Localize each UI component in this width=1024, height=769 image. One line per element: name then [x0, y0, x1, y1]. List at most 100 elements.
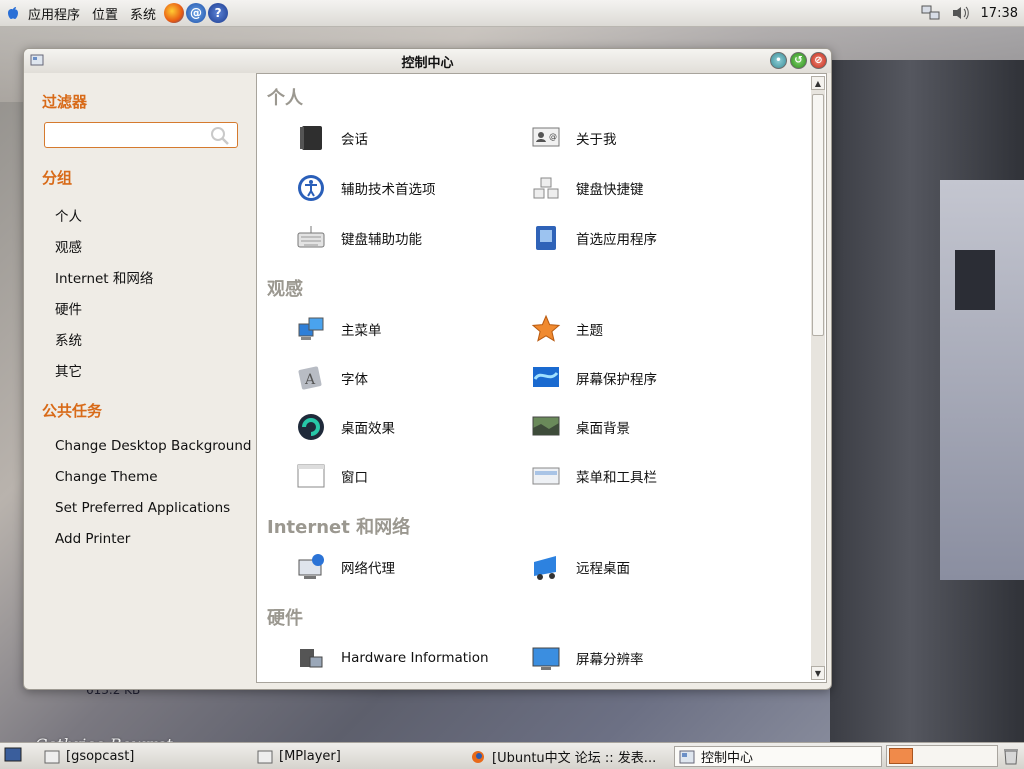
item-label: 主题: [576, 323, 603, 339]
item-label: 网络代理: [341, 561, 395, 577]
item-about-me[interactable]: @ 关于我: [530, 122, 617, 154]
group-internet-network[interactable]: Internet 和网络: [55, 267, 153, 287]
desktop-background-icon: [530, 411, 562, 443]
search-icon[interactable]: [209, 126, 231, 146]
window-title: 控制中心: [401, 55, 454, 71]
item-label: 关于我: [576, 132, 617, 148]
window-icon: [295, 460, 327, 492]
svg-text:@: @: [549, 132, 557, 141]
main-menu-editor-icon: [295, 313, 327, 345]
item-assistive-technologies[interactable]: 辅助技术首选项: [295, 172, 436, 204]
item-theme[interactable]: 主题: [530, 313, 603, 345]
control-center-content: 个人 会话 @ 关于我 辅助技术首选项 键盘快捷键 键盘辅助功能 首选应用程序 …: [256, 73, 827, 683]
item-label: 桌面背景: [576, 421, 630, 437]
help-launcher-icon[interactable]: ?: [208, 3, 229, 23]
theme-star-icon: [530, 313, 562, 345]
item-screensaver[interactable]: 屏幕保护程序: [530, 362, 657, 394]
item-menus-and-toolbars[interactable]: 菜单和工具栏: [530, 460, 657, 492]
content-scrollbar[interactable]: ▲ ▼: [811, 76, 825, 680]
taskbar-item-gsopcast[interactable]: [gsopcast]: [40, 746, 250, 767]
group-system[interactable]: 系统: [55, 329, 82, 349]
item-preferred-applications[interactable]: 首选应用程序: [530, 222, 657, 254]
category-title-look-and-feel: 观感: [267, 279, 303, 300]
firefox-launcher-icon[interactable]: [164, 3, 185, 23]
taskbar-item-mplayer[interactable]: [MPlayer]: [253, 746, 463, 767]
maximize-button[interactable]: ↺: [790, 52, 807, 69]
item-label: 远程桌面: [576, 561, 630, 577]
network-proxy-icon: [295, 551, 327, 583]
control-center-icon: [679, 750, 695, 763]
item-hardware-information[interactable]: Hardware Information: [295, 642, 489, 674]
preferred-applications-icon: [530, 222, 562, 254]
item-windows[interactable]: 窗口: [295, 460, 368, 492]
item-network-proxy[interactable]: 网络代理: [295, 551, 395, 583]
item-keyboard-accessibility[interactable]: 键盘辅助功能: [295, 222, 422, 254]
item-desktop-effects[interactable]: 桌面效果: [295, 411, 395, 443]
task-change-desktop-background[interactable]: Change Desktop Background: [55, 438, 251, 454]
item-main-menu[interactable]: 主菜单: [295, 313, 382, 345]
menu-system[interactable]: 系统: [124, 4, 162, 23]
sidebar: 过滤器 分组 个人 观感 Internet 和网络 硬件 系统 其它 公共任务 …: [24, 73, 256, 689]
item-label: 会话: [341, 132, 368, 148]
scroll-up-arrow-icon[interactable]: ▲: [811, 76, 825, 90]
group-look-and-feel[interactable]: 观感: [55, 236, 82, 256]
item-label: 窗口: [341, 470, 368, 486]
window-icon: [44, 750, 60, 763]
task-set-preferred-applications[interactable]: Set Preferred Applications: [55, 500, 230, 516]
filter-search-box[interactable]: [44, 122, 238, 148]
menu-places[interactable]: 位置: [86, 4, 124, 23]
keyboard-icon: [295, 222, 327, 254]
system-tray: 17:38: [921, 0, 1018, 26]
taskbar-item-label: [Ubuntu中文 论坛 :: 发表...: [492, 751, 657, 766]
close-button[interactable]: ⊘: [810, 52, 827, 69]
item-label: 菜单和工具栏: [576, 470, 657, 486]
control-center-window: 控制中心 • ↺ ⊘ 过滤器 分组 个人 观感 Internet 和网络 硬件 …: [23, 48, 832, 690]
network-icon[interactable]: [921, 4, 941, 22]
item-sessions[interactable]: 会话: [295, 122, 368, 154]
firefox-icon: [472, 750, 484, 763]
taskbar-item-label: 控制中心: [701, 751, 754, 766]
volume-icon[interactable]: [951, 5, 971, 21]
clock[interactable]: 17:38: [981, 6, 1018, 21]
scroll-down-arrow-icon[interactable]: ▼: [811, 666, 825, 680]
group-personal[interactable]: 个人: [55, 205, 82, 225]
item-label: 桌面效果: [341, 421, 395, 437]
item-fonts[interactable]: A 字体: [295, 362, 368, 394]
workspace-switcher[interactable]: [886, 745, 998, 767]
scrollbar-thumb[interactable]: [812, 94, 824, 336]
bottom-panel: [gsopcast] [MPlayer] [Ubuntu中文 论坛 :: 发表.…: [0, 742, 1024, 769]
taskbar-item-control-center[interactable]: 控制中心: [674, 746, 882, 767]
item-screen-resolution[interactable]: 屏幕分辨率: [530, 642, 644, 674]
main-menu-icon[interactable]: [6, 6, 20, 20]
fonts-icon: A: [295, 362, 327, 394]
item-remote-desktop[interactable]: 远程桌面: [530, 551, 630, 583]
minimize-button[interactable]: •: [770, 52, 787, 69]
menus-toolbars-icon: [530, 460, 562, 492]
item-label: 辅助技术首选项: [341, 182, 436, 198]
sessions-icon: [295, 122, 327, 154]
common-tasks-heading: 公共任务: [42, 402, 103, 420]
desktop-effects-icon: [295, 411, 327, 443]
show-desktop-icon[interactable]: [4, 747, 22, 763]
item-desktop-background[interactable]: 桌面背景: [530, 411, 630, 443]
item-keyboard-shortcuts[interactable]: 键盘快捷键: [530, 172, 644, 204]
window-titlebar[interactable]: 控制中心 • ↺ ⊘: [24, 49, 831, 73]
group-hardware[interactable]: 硬件: [55, 298, 82, 318]
window-app-icon[interactable]: [30, 54, 44, 66]
taskbar-item-firefox[interactable]: [Ubuntu中文 论坛 :: 发表...: [466, 746, 666, 767]
trash-icon[interactable]: [1002, 747, 1020, 765]
menu-applications[interactable]: 应用程序: [22, 4, 86, 23]
accessibility-icon: [295, 172, 327, 204]
taskbar-item-label: [gsopcast]: [66, 749, 135, 764]
item-label: 键盘辅助功能: [341, 232, 422, 248]
item-label: 字体: [341, 372, 368, 388]
workspace-1[interactable]: [889, 748, 913, 764]
email-launcher-icon[interactable]: @: [186, 3, 207, 23]
window-icon: [257, 750, 273, 763]
task-add-printer[interactable]: Add Printer: [55, 531, 130, 547]
task-change-theme[interactable]: Change Theme: [55, 469, 158, 485]
wallpaper-window: [955, 250, 995, 310]
group-other[interactable]: 其它: [55, 360, 82, 380]
filter-heading: 过滤器: [42, 93, 88, 111]
filter-input[interactable]: [49, 125, 203, 147]
